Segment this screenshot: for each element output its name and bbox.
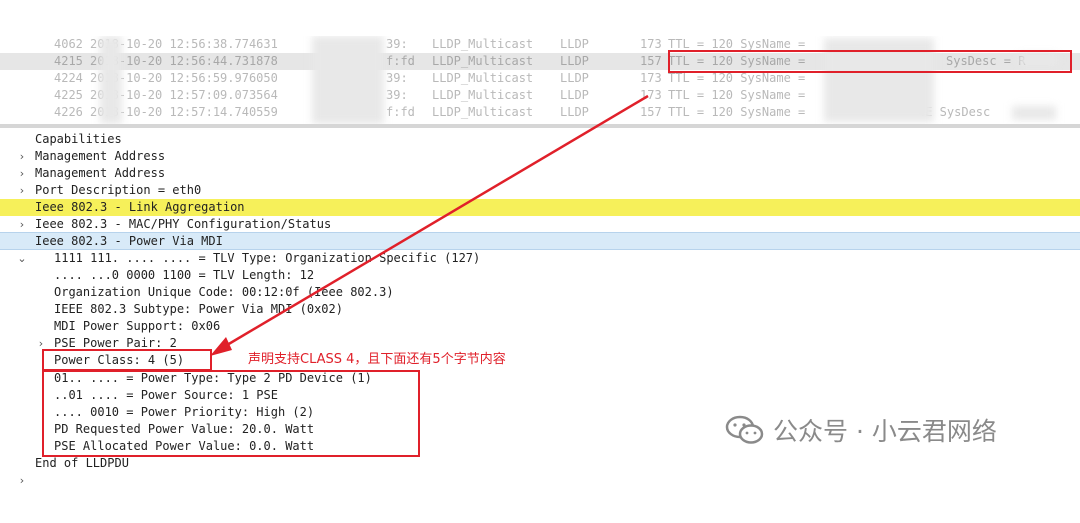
tree-field-subtype[interactable]: IEEE 802.3 Subtype: Power Via MDI (0x02) bbox=[0, 301, 1080, 318]
packet-no: 4226 bbox=[54, 105, 83, 119]
tree-item-link-aggregation[interactable]: › Ieee 802.3 - Link Aggregation bbox=[0, 199, 1080, 231]
packet-src: f:fd bbox=[386, 105, 415, 119]
packet-src: f:fd bbox=[386, 54, 415, 68]
tree-item-port-description[interactable]: › Port Description = eth0 bbox=[0, 182, 1080, 214]
tree-field-org-code[interactable]: Organization Unique Code: 00:12:0f (Ieee… bbox=[0, 284, 1080, 301]
highlight-box-power-class bbox=[42, 349, 212, 371]
tree-field-tlv-length[interactable]: .... ...0 0000 1100 = TLV Length: 12 bbox=[0, 267, 1080, 284]
highlight-box-packet bbox=[668, 50, 1072, 73]
watermark-text: 公众号 · 小云君网络 bbox=[773, 417, 997, 446]
tree-item-end-of-lldpdu[interactable]: › End of LLDPDU bbox=[0, 455, 1080, 487]
blur-mask bbox=[100, 36, 122, 124]
packet-dst: LLDP_Multicast bbox=[432, 88, 534, 102]
tree-item-management-address[interactable]: › Management Address bbox=[0, 165, 1080, 197]
tree-item-mac-phy[interactable]: › Ieee 802.3 - MAC/PHY Configuration/Sta… bbox=[0, 216, 1080, 248]
tree-item-label: Ieee 802.3 - Power Via MDI bbox=[35, 234, 223, 248]
packet-proto: LLDP bbox=[560, 54, 589, 68]
packet-src: 39: bbox=[386, 88, 408, 102]
packet-src: 39: bbox=[386, 37, 408, 51]
packet-info: TTL = 120 SysName = bbox=[668, 105, 806, 119]
tree-item-label: Capabilities bbox=[35, 132, 122, 146]
packet-no: 4062 bbox=[54, 37, 83, 51]
packet-proto: LLDP bbox=[560, 71, 589, 85]
tree-item-label: Ieee 802.3 - MAC/PHY Configuration/Statu… bbox=[35, 217, 332, 231]
chevron-right-icon[interactable]: › bbox=[15, 472, 29, 489]
packet-src: 39: bbox=[386, 71, 408, 85]
field-text: MDI Power Support: 0x06 bbox=[54, 319, 221, 333]
packet-dst: LLDP_Multicast bbox=[432, 71, 534, 85]
tree-item-management-address[interactable]: › Management Address bbox=[0, 148, 1080, 180]
tree-item-label: End of LLDPDU bbox=[35, 456, 129, 470]
packet-len: 173 bbox=[640, 37, 662, 51]
packet-len: 157 bbox=[640, 54, 662, 68]
blur-mask bbox=[1012, 106, 1056, 120]
tree-item-mdi-power-support[interactable]: › MDI Power Support: 0x06 bbox=[0, 318, 1080, 350]
packet-no: 4225 bbox=[54, 88, 83, 102]
field-text: IEEE 802.3 Subtype: Power Via MDI (0x02) bbox=[54, 302, 343, 316]
blur-mask bbox=[312, 36, 384, 124]
packet-dst: LLDP_Multicast bbox=[432, 54, 534, 68]
field-text: Organization Unique Code: 00:12:0f (Ieee… bbox=[54, 285, 394, 299]
packet-no: 4224 bbox=[54, 71, 83, 85]
packet-len: 173 bbox=[640, 88, 662, 102]
wechat-icon bbox=[725, 415, 764, 444]
packet-len: 173 bbox=[640, 71, 662, 85]
tree-item-capabilities[interactable]: › Capabilities bbox=[0, 131, 1080, 163]
field-text: .... ...0 0000 1100 = TLV Length: 12 bbox=[54, 268, 315, 282]
packet-proto: LLDP bbox=[560, 37, 589, 51]
packet-dst: LLDP_Multicast bbox=[432, 105, 534, 119]
packet-dst: LLDP_Multicast bbox=[432, 37, 534, 51]
tree-item-label: Port Description = eth0 bbox=[35, 183, 202, 197]
tree-item-power-via-mdi[interactable]: ⌄ Ieee 802.3 - Power Via MDI bbox=[0, 232, 1080, 265]
watermark: 公众号 · 小云君网络 bbox=[725, 412, 997, 448]
packet-proto: LLDP bbox=[560, 105, 589, 119]
packet-proto: LLDP bbox=[560, 88, 589, 102]
packet-len: 157 bbox=[640, 105, 662, 119]
tree-field-tlv-type[interactable]: 1111 111. .... .... = TLV Type: Organiza… bbox=[0, 250, 1080, 267]
field-text: 1111 111. .... .... = TLV Type: Organiza… bbox=[54, 251, 481, 265]
tree-item-label: Management Address bbox=[35, 166, 166, 180]
tree-item-label: Ieee 802.3 - Link Aggregation bbox=[35, 200, 245, 214]
packet-info: TTL = 120 SysName = bbox=[668, 88, 806, 102]
tree-item-label: Management Address bbox=[35, 149, 166, 163]
annotation-text: 声明支持CLASS 4，且下面还有5个字节内容 bbox=[248, 352, 506, 367]
packet-no: 4215 bbox=[54, 54, 83, 68]
highlight-box-power-fields bbox=[42, 370, 420, 457]
